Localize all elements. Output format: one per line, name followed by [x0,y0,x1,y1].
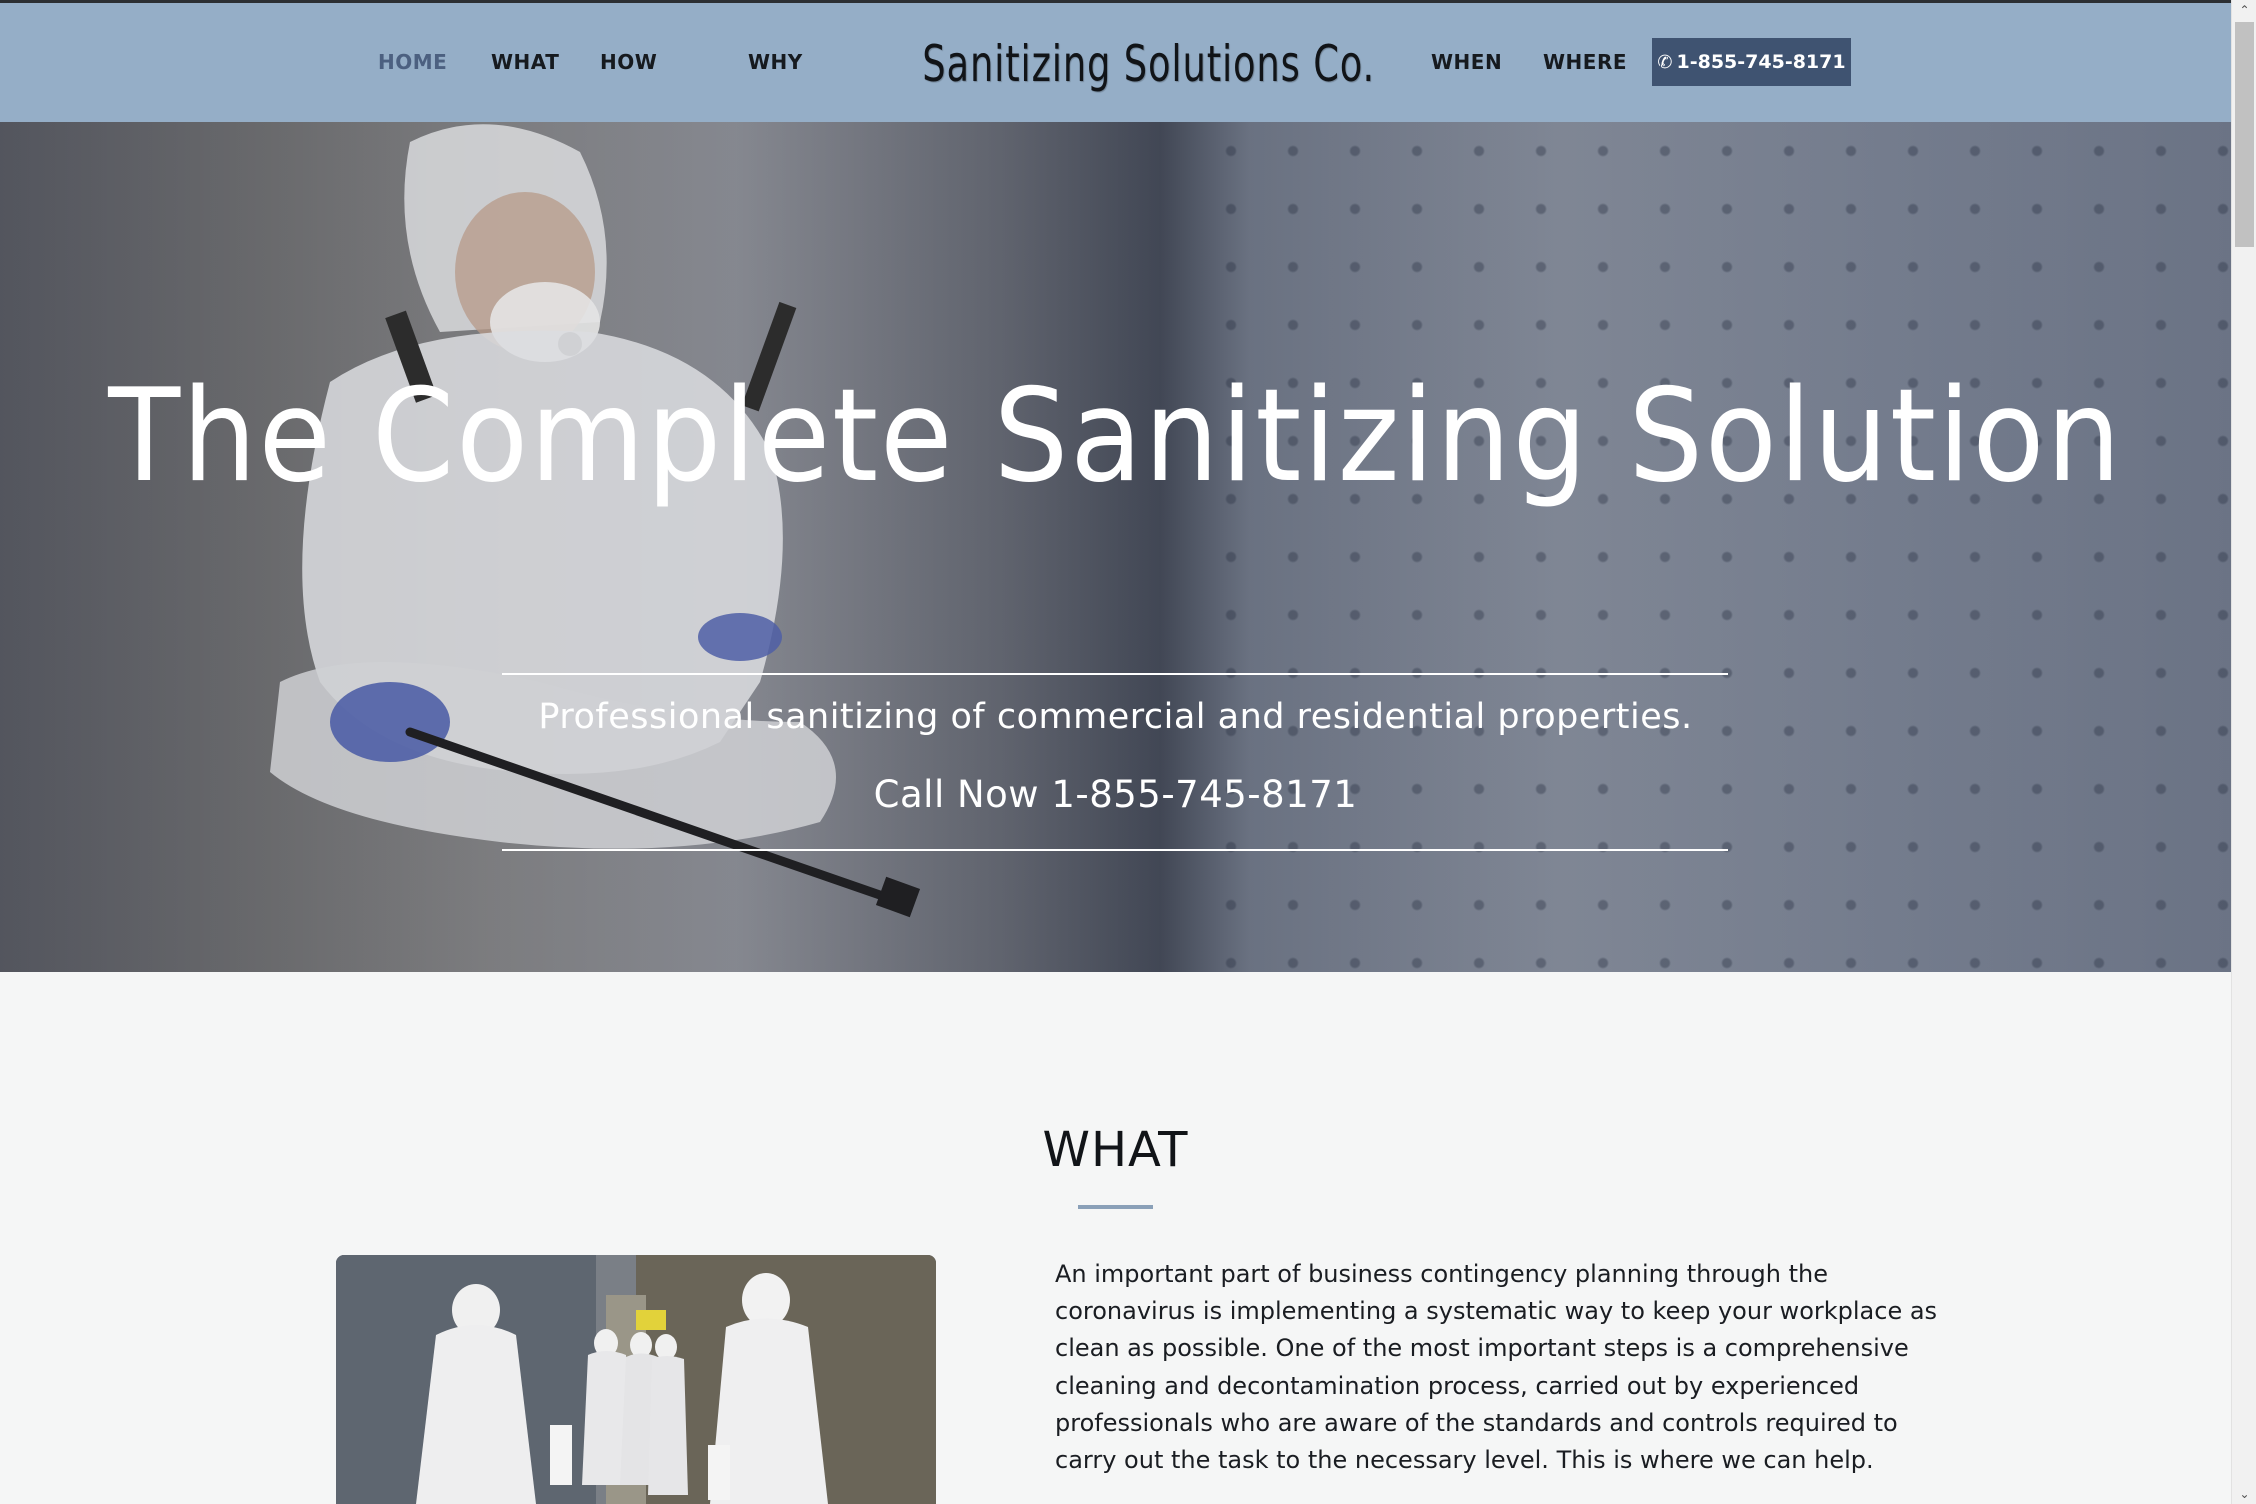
brand-logo[interactable]: Sanitizing Solutions Co. [922,29,1374,99]
phone-icon: ✆ [1657,52,1673,73]
section-heading-what: WHAT [1042,1122,1189,1178]
workers-image [336,1255,936,1504]
site-header: HOME WHAT HOW WHY Sanitizing Solutions C… [0,3,2231,122]
hero-rule-bottom [502,849,1728,851]
hero-section: The Complete Sanitizing Solution Profess… [0,122,2231,972]
hero-rule-top [502,673,1728,675]
page: HOME WHAT HOW WHY Sanitizing Solutions C… [0,0,2231,1504]
hero-wall-pattern [1200,122,2231,972]
nav-where[interactable]: WHERE [1543,3,1627,122]
nav-what[interactable]: WHAT [491,3,559,122]
scrollbar-thumb[interactable] [2235,22,2254,247]
nav-why[interactable]: WHY [748,3,803,122]
phone-button-label: 1-855-745-8171 [1676,51,1846,73]
what-section-body: An important part of business contingenc… [1055,1260,1938,1475]
chevron-down-icon[interactable]: ⌄ [2232,1484,2256,1504]
hero-subtitle: Professional sanitizing of commercial an… [538,697,1693,737]
chevron-up-icon[interactable]: ⌃ [2232,0,2256,20]
hero-worker-image [270,124,921,918]
nav-how[interactable]: HOW [600,3,657,122]
nav-home[interactable]: HOME [378,3,447,122]
what-section: WHAT An important part of business conti… [0,972,2231,1504]
hero-title: The Complete Sanitizing Solution [108,362,2123,511]
what-section-photo [336,1255,936,1504]
phone-button[interactable]: ✆ 1-855-745-8171 [1652,38,1851,86]
hero-call-now[interactable]: Call Now 1-855-745-8171 [0,770,2231,820]
vertical-scrollbar[interactable]: ⌃ ⌄ [2231,0,2256,1504]
section-underline [1078,1205,1153,1209]
nav-when[interactable]: WHEN [1431,3,1502,122]
